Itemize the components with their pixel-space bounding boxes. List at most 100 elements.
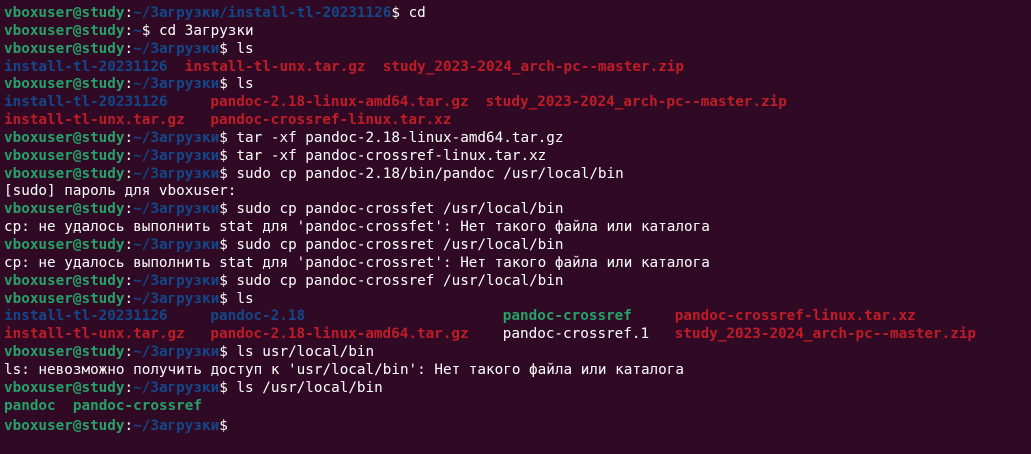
prompt-user: vboxuser@study xyxy=(4,236,125,253)
terminal-line: vboxuser@study:~/Загрузки$ tar -xf pando… xyxy=(4,130,1031,148)
prompt-user: vboxuser@study xyxy=(4,40,125,57)
prompt-path: ~/Загрузки xyxy=(133,147,220,164)
terminal-line: vboxuser@study:~/Загрузки$ ls xyxy=(4,291,1031,309)
output-text: pandoc-crossref.1 xyxy=(502,326,650,343)
prompt-path: ~/Загрузки xyxy=(133,379,220,396)
terminal-line: install-tl-20231126 pandoc-2.18-linux-amd… xyxy=(4,94,1031,112)
output-text: $ ls xyxy=(219,290,254,307)
terminal-line: install-tl-unx.tar.gz pandoc-2.18-linux-a… xyxy=(4,326,1031,344)
prompt-path: ~/Загрузки xyxy=(133,236,220,253)
prompt-user: vboxuser@study xyxy=(4,165,125,182)
terminal-line: pandoc pandoc-crossref xyxy=(4,398,1031,416)
output-text: $ ls /usr/local/bin xyxy=(219,379,383,396)
prompt-user: vboxuser@study xyxy=(4,344,125,361)
archive-entry: pandoc-2.18-linux-amd64.tar.gz xyxy=(210,326,469,343)
terminal-line: ls: невозможно получить доступ к 'usr/lo… xyxy=(4,362,1031,380)
output-text: : xyxy=(124,379,134,396)
directory-entry: install-tl-20231126 xyxy=(4,58,168,75)
terminal-line: install-tl-unx.tar.gz pandoc-crossref-lin… xyxy=(4,112,1031,130)
prompt-user: vboxuser@study xyxy=(4,418,125,435)
prompt-path: ~/Загрузки xyxy=(133,344,220,361)
terminal-line: vboxuser@study:~/Загрузки$ xyxy=(4,415,1031,435)
terminal-line: vboxuser@study:~/Загрузки$ sudo cp pando… xyxy=(4,166,1031,184)
output-text: : xyxy=(124,5,134,21)
prompt-user: vboxuser@study xyxy=(4,272,125,289)
archive-entry: study_2023-2024_arch-pc--master.zip xyxy=(382,58,685,75)
output-text: : xyxy=(124,236,134,253)
output-text: $ ls usr/local/bin xyxy=(219,344,375,361)
output-text: $ tar -xf pandoc-crossref-linux.tar.xz xyxy=(219,147,547,164)
terminal-line: cp: не удалось выполнить stat для 'pando… xyxy=(4,255,1031,273)
archive-entry: install-tl-unx.tar.gz xyxy=(184,58,366,75)
terminal-line: vboxuser@study:~/Загрузки$ sudo cp pando… xyxy=(4,201,1031,219)
prompt-path: ~/Загрузки/install-tl-20231126 xyxy=(133,5,392,21)
terminal-window[interactable]: vboxuser@study:~/Загрузки/install-tl-202… xyxy=(0,0,1031,454)
archive-entry: pandoc-crossref-linux.tar.xz xyxy=(210,112,452,129)
prompt-path: ~/Загрузки xyxy=(133,165,220,182)
directory-entry: install-tl-20231126 xyxy=(4,308,168,325)
executable-entry: pandoc-crossref xyxy=(72,397,202,414)
output-text: $ ls xyxy=(219,76,254,93)
prompt-user: vboxuser@study xyxy=(4,129,125,146)
output-text: $ cd xyxy=(391,5,426,21)
terminal-line: vboxuser@study:~/Загрузки$ tar -xf pando… xyxy=(4,148,1031,166)
prompt-path: ~/Загрузки xyxy=(133,40,220,57)
output-text: : xyxy=(124,40,134,57)
archive-entry: study_2023-2024_arch-pc--master.zip xyxy=(485,94,787,111)
prompt-user: vboxuser@study xyxy=(4,290,125,307)
output-text: : xyxy=(124,147,134,164)
executable-entry: pandoc xyxy=(4,397,56,414)
terminal-line: vboxuser@study:~/Загрузки$ ls xyxy=(4,41,1031,59)
prompt-user: vboxuser@study xyxy=(4,76,125,93)
archive-entry: pandoc-2.18-linux-amd64.tar.gz xyxy=(210,94,469,111)
terminal-line: vboxuser@study:~/Загрузки$ sudo cp pando… xyxy=(4,273,1031,291)
prompt-user: vboxuser@study xyxy=(4,201,125,218)
archive-entry: install-tl-unx.tar.gz xyxy=(4,112,185,129)
output-text: $ cd Загрузки xyxy=(141,22,254,39)
output-text: [sudo] пароль для vboxuser: xyxy=(4,183,237,200)
output-text: : xyxy=(124,290,134,307)
output-text: : xyxy=(124,418,134,435)
prompt-path: ~/Загрузки xyxy=(133,272,220,289)
archive-entry: study_2023-2024_arch-pc--master.zip xyxy=(674,326,977,343)
output-text: ls: невозможно получить доступ к 'usr/lo… xyxy=(4,361,684,378)
terminal-line: cp: не удалось выполнить stat для 'pando… xyxy=(4,219,1031,237)
output-text: $ tar -xf pandoc-2.18-linux-amd64.tar.gz xyxy=(219,129,564,146)
output-text: : xyxy=(124,22,134,39)
output-text: : xyxy=(124,344,134,361)
output-text: $ ls xyxy=(219,40,254,57)
output-text: : xyxy=(124,272,134,289)
prompt-path: ~/Загрузки xyxy=(133,201,220,218)
output-text: cp: не удалось выполнить stat для 'pando… xyxy=(4,219,710,236)
terminal-line: vboxuser@study:~/Загрузки/install-tl-202… xyxy=(4,5,1031,23)
prompt-path: ~/Загрузки xyxy=(133,418,220,435)
output-text: cp: не удалось выполнить stat для 'pando… xyxy=(4,254,710,271)
output-text: $ sudo cp pandoc-crossret /usr/local/bin xyxy=(219,236,564,253)
output-text: : xyxy=(124,165,134,182)
terminal-line: install-tl-20231126 install-tl-unx.tar.g… xyxy=(4,59,1031,77)
output-text: : xyxy=(124,129,134,146)
prompt-user: vboxuser@study xyxy=(4,379,125,396)
terminal-line: vboxuser@study:~$ cd Загрузки xyxy=(4,23,1031,41)
prompt-path: ~/Загрузки xyxy=(133,76,220,93)
output-text: $ sudo cp pandoc-2.18/bin/pandoc /usr/lo… xyxy=(219,165,624,182)
output-text: $ sudo cp pandoc-crossref /usr/local/bin xyxy=(219,272,564,289)
prompt-user: vboxuser@study xyxy=(4,22,125,39)
terminal-line: vboxuser@study:~/Загрузки$ ls usr/local/… xyxy=(4,344,1031,362)
prompt-path: ~/Загрузки xyxy=(133,290,220,307)
archive-entry: pandoc-crossref-linux.tar.xz xyxy=(674,308,916,325)
prompt-user: vboxuser@study xyxy=(4,147,125,164)
prompt-path: ~ xyxy=(133,22,142,39)
prompt-path: ~/Загрузки xyxy=(133,129,220,146)
directory-entry: install-tl-20231126 xyxy=(4,94,168,111)
terminal-line: vboxuser@study:~/Загрузки$ ls /usr/local… xyxy=(4,380,1031,398)
output-text: $ xyxy=(219,418,237,435)
terminal-line: vboxuser@study:~/Загрузки$ ls xyxy=(4,76,1031,94)
output-text: : xyxy=(124,76,134,93)
directory-entry: pandoc-2.18 xyxy=(210,308,306,325)
executable-entry: pandoc-crossref xyxy=(502,308,632,325)
output-text: : xyxy=(124,201,134,218)
